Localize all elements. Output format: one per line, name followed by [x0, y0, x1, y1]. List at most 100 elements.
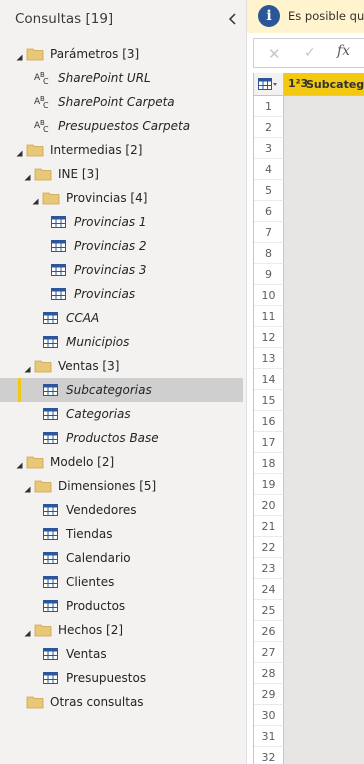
row-number[interactable]: 17 [254, 432, 284, 453]
query-item-clientes[interactable]: Clientes [0, 570, 243, 594]
row-number[interactable]: 22 [254, 537, 284, 558]
group-provincias[interactable]: Provincias [4] [0, 186, 243, 210]
query-item-productos[interactable]: Productos [0, 594, 243, 618]
queries-pane-header: Consultas [19] [0, 0, 246, 38]
collapse-pane-button[interactable] [224, 10, 242, 28]
table-icon [42, 526, 60, 542]
group-ine[interactable]: INE [3] [0, 162, 243, 186]
query-item-productos-base[interactable]: Productos Base [0, 426, 243, 450]
table-icon [42, 670, 60, 686]
row-number[interactable]: 13 [254, 348, 284, 369]
row-number[interactable]: 27 [254, 642, 284, 663]
tree-item-label: CCAA [66, 311, 100, 325]
row-number[interactable]: 18 [254, 453, 284, 474]
query-item-presupuestos[interactable]: Presupuestos [0, 666, 243, 690]
query-item-provincias-3[interactable]: Provincias 3 [0, 258, 243, 282]
expand-arrow-icon[interactable] [24, 482, 31, 493]
tree-item-label: Presupuestos [66, 671, 147, 685]
query-item-provincias-2[interactable]: Provincias 2 [0, 234, 243, 258]
query-item-ventas[interactable]: Ventas [0, 642, 243, 666]
table-icon [42, 550, 60, 566]
tree-item-label: Provincias [74, 287, 136, 301]
group-ventas[interactable]: Ventas [3] [0, 354, 243, 378]
expand-arrow-icon[interactable] [24, 626, 31, 637]
row-number[interactable]: 8 [254, 243, 284, 264]
query-item-sharepoint-url[interactable]: A B C SharePoint URL [0, 66, 243, 90]
group-dimensiones[interactable]: Dimensiones [5] [0, 474, 243, 498]
row-number[interactable]: 32 [254, 747, 284, 764]
folder-icon [42, 190, 60, 206]
row-number[interactable]: 12 [254, 327, 284, 348]
row-number[interactable]: 20 [254, 495, 284, 516]
tree-item-label: Productos [66, 599, 126, 613]
table-icon [50, 262, 68, 278]
info-icon: i [258, 5, 280, 27]
expand-arrow-icon[interactable] [16, 458, 23, 469]
expand-arrow-icon[interactable] [24, 170, 31, 181]
row-number[interactable]: 10 [254, 285, 284, 306]
query-item-ccaa[interactable]: CCAA [0, 306, 243, 330]
row-number[interactable]: 26 [254, 621, 284, 642]
row-number[interactable]: 16 [254, 411, 284, 432]
grid-corner-menu[interactable] [254, 73, 284, 96]
expand-arrow-icon[interactable] [32, 194, 39, 205]
row-number[interactable]: 5 [254, 180, 284, 201]
expand-arrow-icon[interactable] [16, 146, 23, 157]
row-number[interactable]: 2 [254, 117, 284, 138]
row-number[interactable]: 28 [254, 663, 284, 684]
row-number[interactable]: 4 [254, 159, 284, 180]
table-icon [50, 214, 68, 230]
row-number[interactable]: 19 [254, 474, 284, 495]
row-number[interactable]: 31 [254, 726, 284, 747]
query-item-categorias[interactable]: Categorias [0, 402, 243, 426]
row-number[interactable]: 23 [254, 558, 284, 579]
row-number[interactable]: 21 [254, 516, 284, 537]
row-number[interactable]: 1 [254, 96, 284, 117]
tree-item-label: Provincias [4] [66, 191, 148, 205]
tree-item-label: Vendedores [66, 503, 137, 517]
row-number[interactable]: 6 [254, 201, 284, 222]
query-item-provincias-1[interactable]: Provincias 1 [0, 210, 243, 234]
query-item-provincias[interactable]: Provincias [0, 282, 243, 306]
query-item-tiendas[interactable]: Tiendas [0, 522, 243, 546]
tree-item-label: Ventas [3] [58, 359, 120, 373]
query-item-calendario[interactable]: Calendario [0, 546, 243, 570]
expand-arrow-icon[interactable] [16, 50, 23, 61]
row-number[interactable]: 11 [254, 306, 284, 327]
query-item-municipios[interactable]: Municipios [0, 330, 243, 354]
row-number[interactable]: 24 [254, 579, 284, 600]
group-parametros[interactable]: Parámetros [3] [0, 42, 243, 66]
row-number[interactable]: 25 [254, 600, 284, 621]
row-number[interactable]: 9 [254, 264, 284, 285]
group-intermedias[interactable]: Intermedias [2] [0, 138, 243, 162]
row-number[interactable]: 7 [254, 222, 284, 243]
svg-text:C: C [43, 77, 49, 86]
svg-text:C: C [43, 125, 49, 134]
table-icon [42, 310, 60, 326]
group-hechos[interactable]: Hechos [2] [0, 618, 243, 642]
row-number[interactable]: 29 [254, 684, 284, 705]
table-icon [42, 334, 60, 350]
table-icon [50, 238, 68, 254]
folder-icon [34, 478, 52, 494]
cancel-icon[interactable]: ✕ [268, 45, 281, 63]
fx-icon[interactable]: fx [337, 43, 350, 59]
group-otras-consultas[interactable]: Otras consultas [0, 690, 243, 714]
row-number[interactable]: 30 [254, 705, 284, 726]
query-item-vendedores[interactable]: Vendedores [0, 498, 243, 522]
row-number[interactable]: 3 [254, 138, 284, 159]
query-item-presupuestos-carpeta[interactable]: A B C Presupuestos Carpeta [0, 114, 243, 138]
chevron-left-icon [228, 13, 236, 25]
group-modelo[interactable]: Modelo [2] [0, 450, 243, 474]
queries-pane: Consultas [19] Parámetros [3] A B C SharePoi… [0, 0, 246, 764]
expand-arrow-icon[interactable] [24, 362, 31, 373]
query-item-sharepoint-carpeta[interactable]: A B C SharePoint Carpeta [0, 90, 243, 114]
row-number[interactable]: 15 [254, 390, 284, 411]
confirm-icon[interactable]: ✓ [304, 45, 316, 61]
tree-item-label: Hechos [2] [58, 623, 124, 637]
column-header-subcategoria[interactable]: 1²3 Subcategoria [284, 73, 364, 96]
folder-icon [34, 622, 52, 638]
row-number[interactable]: 14 [254, 369, 284, 390]
tree-item-label: Clientes [66, 575, 115, 589]
query-item-subcategorias[interactable]: Subcategorias [0, 378, 243, 402]
